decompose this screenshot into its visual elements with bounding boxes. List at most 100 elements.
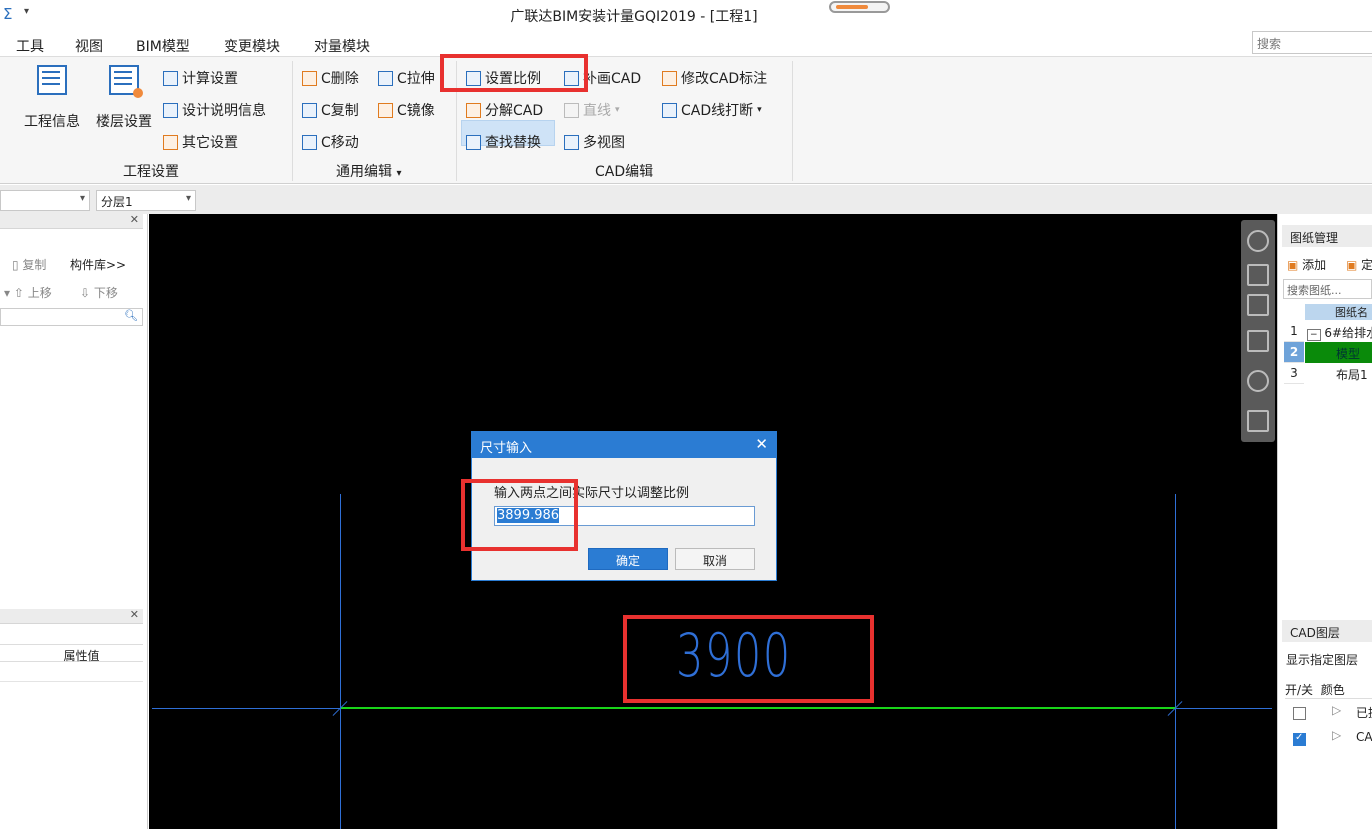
highlight-input bbox=[461, 479, 578, 551]
project-info-button[interactable]: 工程信息 bbox=[20, 65, 84, 131]
component-search-input[interactable]: 🔍︎ bbox=[0, 308, 143, 326]
cad-delete-button[interactable]: C删除 bbox=[302, 68, 359, 88]
cad-line-break-button[interactable]: CAD线打断 ▾ bbox=[662, 100, 762, 120]
drawing-row[interactable]: 布局1 bbox=[1336, 366, 1368, 383]
stretch-icon bbox=[378, 70, 393, 86]
layer-table-header: 开/关 颜色 bbox=[1285, 681, 1372, 699]
row-number: 2 bbox=[1284, 342, 1304, 363]
line-break-icon bbox=[662, 102, 677, 118]
cad-copy-button[interactable]: C复制 bbox=[302, 100, 359, 120]
locate-drawing-button[interactable]: ▣ 定 bbox=[1346, 256, 1372, 273]
3d-view-icon[interactable] bbox=[1247, 264, 1269, 286]
grid-icon[interactable] bbox=[1247, 410, 1269, 432]
drawing-panel-header: 图纸管理 bbox=[1282, 225, 1372, 247]
calc-settings-icon bbox=[163, 70, 178, 86]
line-button[interactable]: 直线 ▾ bbox=[564, 100, 620, 120]
expand-icon: ▾ bbox=[396, 168, 402, 179]
window-title: 广联达BIM安装计量GQI2019 - [工程1] bbox=[510, 9, 758, 25]
left-panel: ✕ ▯ 复制 构件库>> ▾ ⇧ 上移 ⇩ 下移 🔍︎ ✕ 属性值 bbox=[0, 213, 148, 829]
copy-button[interactable]: ▯ 复制 bbox=[12, 256, 46, 273]
close-icon[interactable]: ✕ bbox=[130, 213, 139, 226]
selected-dimension-line bbox=[341, 707, 1176, 709]
menu-change-module[interactable]: 变更模块 bbox=[224, 36, 280, 56]
explode-icon bbox=[466, 102, 481, 118]
highlight-dimension bbox=[623, 615, 874, 703]
menu-bim-model[interactable]: BIM模型 bbox=[136, 36, 190, 56]
ribbon-divider bbox=[792, 61, 793, 181]
project-settings-group-label: 工程设置 bbox=[123, 164, 179, 180]
layer-toggle-checkbox[interactable] bbox=[1293, 732, 1306, 746]
menu-reconcile-module[interactable]: 对量模块 bbox=[314, 36, 370, 56]
dropdown-arrow-icon: ▾ bbox=[615, 105, 620, 115]
search-icon: 🔍︎ bbox=[124, 309, 138, 322]
show-specified-layers-button[interactable]: 显示指定图层 bbox=[1286, 651, 1358, 668]
line-icon bbox=[564, 102, 579, 118]
property-row[interactable] bbox=[0, 662, 143, 682]
box-icon[interactable] bbox=[1247, 330, 1269, 352]
find-replace-button[interactable]: 查找替换 bbox=[466, 132, 541, 152]
menu-bar: 工具 视图 BIM模型 变更模块 对量模块 bbox=[0, 32, 1372, 56]
extension-line-left bbox=[340, 494, 341, 829]
layer-toggle-checkbox[interactable] bbox=[1293, 707, 1306, 720]
design-notes-button[interactable]: 设计说明信息 bbox=[163, 100, 266, 120]
pencil-erase-icon bbox=[302, 70, 317, 86]
cad-stretch-button[interactable]: C拉伸 bbox=[378, 68, 435, 88]
menu-tools[interactable]: 工具 bbox=[16, 36, 44, 56]
layer-name: CA bbox=[1356, 730, 1372, 744]
binoculars-icon bbox=[466, 134, 481, 150]
menu-view[interactable]: 视图 bbox=[75, 36, 103, 56]
copy-icon bbox=[302, 102, 317, 118]
multi-view-icon bbox=[564, 134, 579, 150]
cad-edit-group-label: CAD编辑 bbox=[595, 164, 654, 180]
property-panel-header: ✕ bbox=[0, 608, 143, 624]
drawing-search-input[interactable]: 搜索图纸... bbox=[1283, 279, 1372, 299]
move-down-button[interactable]: ⇩ 下移 bbox=[80, 284, 118, 301]
cad-layer-panel-header: CAD图层 bbox=[1282, 620, 1372, 642]
floor-select[interactable]: 分层1 bbox=[96, 190, 196, 211]
progress-toggle[interactable] bbox=[829, 1, 890, 13]
dropdown-arrow-icon: ▾ bbox=[757, 105, 762, 115]
rotate-icon[interactable] bbox=[1247, 370, 1269, 392]
layer-name: 已提 bbox=[1356, 706, 1372, 720]
property-value-header: 属性值 bbox=[0, 644, 143, 663]
dialog-title-bar: 尺寸输入 ✕ bbox=[472, 432, 776, 458]
close-icon[interactable]: ✕ bbox=[755, 435, 768, 453]
component-library-button[interactable]: 构件库>> bbox=[70, 256, 126, 273]
general-edit-group-label[interactable]: 通用编辑 ▾ bbox=[336, 161, 401, 181]
row-number: 1 bbox=[1284, 321, 1304, 342]
drawing-name-column: 图纸名 bbox=[1305, 304, 1372, 320]
calc-settings-button[interactable]: 计算设置 bbox=[163, 68, 238, 88]
cad-mirror-button[interactable]: C镜像 bbox=[378, 100, 435, 120]
design-notes-icon bbox=[163, 102, 178, 118]
search-input[interactable]: 搜索 bbox=[1252, 31, 1372, 54]
orbit-icon[interactable] bbox=[1247, 230, 1269, 252]
play-icon: ▷ bbox=[1332, 728, 1342, 742]
collapse-icon[interactable]: − bbox=[1307, 329, 1321, 341]
other-settings-icon bbox=[163, 134, 178, 150]
drawing-row[interactable]: − 6#给排水 bbox=[1307, 324, 1372, 341]
component-type-select[interactable] bbox=[0, 190, 90, 211]
floor-settings-icon bbox=[109, 65, 143, 98]
move-up-button[interactable]: ▾ ⇧ 上移 bbox=[4, 284, 52, 301]
mirror-icon bbox=[378, 102, 393, 118]
cube-view-icon[interactable] bbox=[1247, 294, 1269, 316]
row-number: 3 bbox=[1284, 363, 1304, 384]
panel-header: ✕ bbox=[0, 213, 143, 229]
add-drawing-button[interactable]: ▣ 添加 bbox=[1287, 256, 1326, 273]
multi-view-button[interactable]: 多视图 bbox=[564, 132, 625, 152]
other-settings-button[interactable]: 其它设置 bbox=[163, 132, 238, 152]
modify-cad-annotation-button[interactable]: 修改CAD标注 bbox=[662, 68, 767, 88]
ribbon: 工程信息 楼层设置 计算设置 设计说明信息 其它设置 工程设置 C删除 C拉伸 … bbox=[0, 56, 1372, 184]
project-info-icon bbox=[37, 65, 67, 95]
cancel-button[interactable]: 取消 bbox=[675, 548, 755, 570]
highlight-set-scale bbox=[440, 54, 588, 92]
extension-line-right bbox=[1175, 494, 1176, 829]
close-icon[interactable]: ✕ bbox=[130, 608, 139, 621]
ok-button[interactable]: 确定 bbox=[588, 548, 668, 570]
selector-bar bbox=[0, 185, 1372, 214]
cad-move-button[interactable]: C移动 bbox=[302, 132, 359, 152]
locate-icon: ▣ bbox=[1346, 258, 1358, 272]
add-icon: ▣ bbox=[1287, 258, 1299, 272]
explode-cad-button[interactable]: 分解CAD bbox=[466, 100, 543, 120]
floor-settings-button[interactable]: 楼层设置 bbox=[92, 65, 156, 131]
